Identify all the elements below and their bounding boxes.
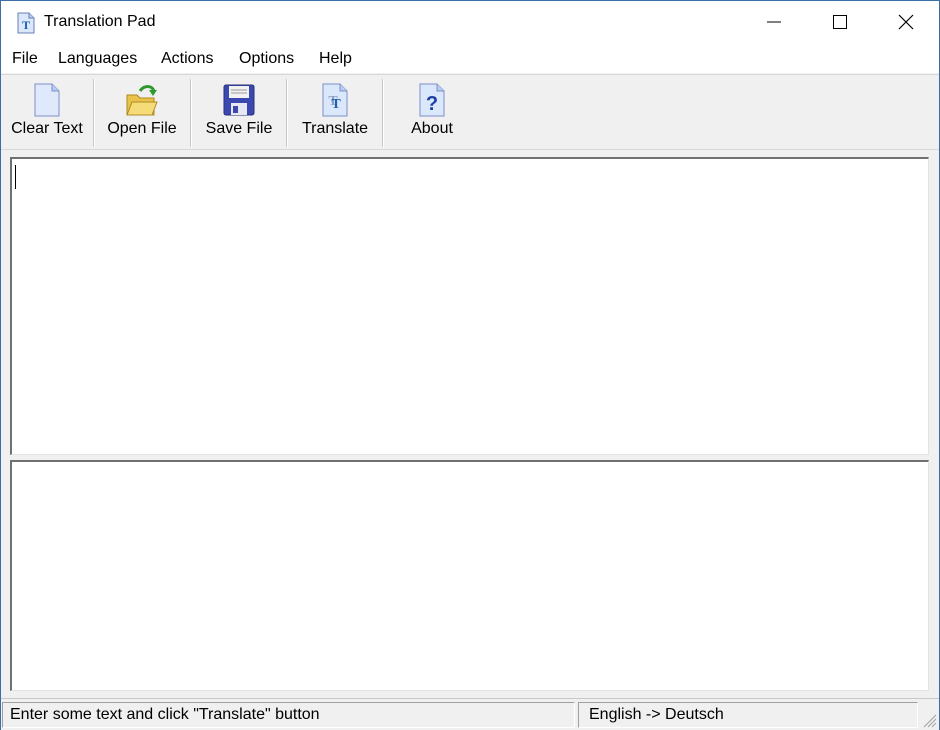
about-button[interactable]: ? About — [387, 75, 477, 149]
translate-document-icon: T T — [322, 83, 348, 117]
app-icon: T — [17, 12, 35, 34]
toolbar-separator — [382, 79, 384, 147]
window-title: Translation Pad — [44, 13, 156, 30]
source-text-input[interactable] — [10, 157, 929, 455]
text-caret — [15, 165, 16, 189]
close-icon — [898, 14, 914, 30]
maximize-button[interactable] — [809, 1, 871, 43]
status-bar: Enter some text and click "Translate" bu… — [1, 698, 939, 730]
status-message-panel: Enter some text and click "Translate" bu… — [2, 702, 575, 728]
language-pair: English -> Deutsch — [589, 706, 724, 723]
menu-actions[interactable]: Actions — [161, 50, 213, 68]
status-message: Enter some text and click "Translate" bu… — [10, 706, 320, 723]
maximize-icon — [833, 15, 847, 29]
title-bar[interactable]: T Translation Pad — [1, 1, 939, 43]
open-file-button[interactable]: Open File — [97, 75, 187, 149]
toolbar-separator — [93, 79, 95, 147]
menu-file[interactable]: File — [12, 50, 38, 68]
resize-grip-icon[interactable] — [919, 710, 937, 728]
open-folder-icon — [126, 85, 158, 116]
app-window: T Translation Pad File Languages Actions… — [0, 0, 940, 730]
help-document-icon: ? — [419, 83, 445, 117]
language-pair-panel: English -> Deutsch — [578, 702, 918, 728]
floppy-disk-icon — [223, 84, 255, 116]
translated-text-output[interactable] — [10, 460, 929, 691]
minimize-button[interactable] — [743, 1, 805, 43]
translate-label: Translate — [301, 120, 369, 137]
translate-button[interactable]: T T Translate — [290, 75, 380, 149]
clear-text-button[interactable]: Clear Text — [3, 75, 91, 149]
menu-languages[interactable]: Languages — [58, 50, 137, 68]
toolbar-separator — [190, 79, 192, 147]
about-label: About — [411, 120, 453, 137]
menu-options[interactable]: Options — [239, 50, 294, 68]
open-file-label: Open File — [107, 120, 177, 137]
blank-page-icon — [34, 83, 60, 117]
svg-text:T: T — [331, 97, 341, 112]
minimize-icon — [767, 21, 781, 23]
close-button[interactable] — [875, 1, 937, 43]
menu-bar: File Languages Actions Options Help — [1, 43, 939, 73]
menu-help[interactable]: Help — [319, 50, 352, 68]
toolbar-separator — [286, 79, 288, 147]
clear-text-label: Clear Text — [11, 120, 83, 137]
save-file-button[interactable]: Save File — [194, 75, 284, 149]
toolbar: Clear Text Open File Save File T T Trans… — [1, 74, 939, 150]
svg-text:?: ? — [426, 93, 438, 115]
save-file-label: Save File — [205, 120, 273, 137]
svg-text:T: T — [22, 18, 30, 32]
